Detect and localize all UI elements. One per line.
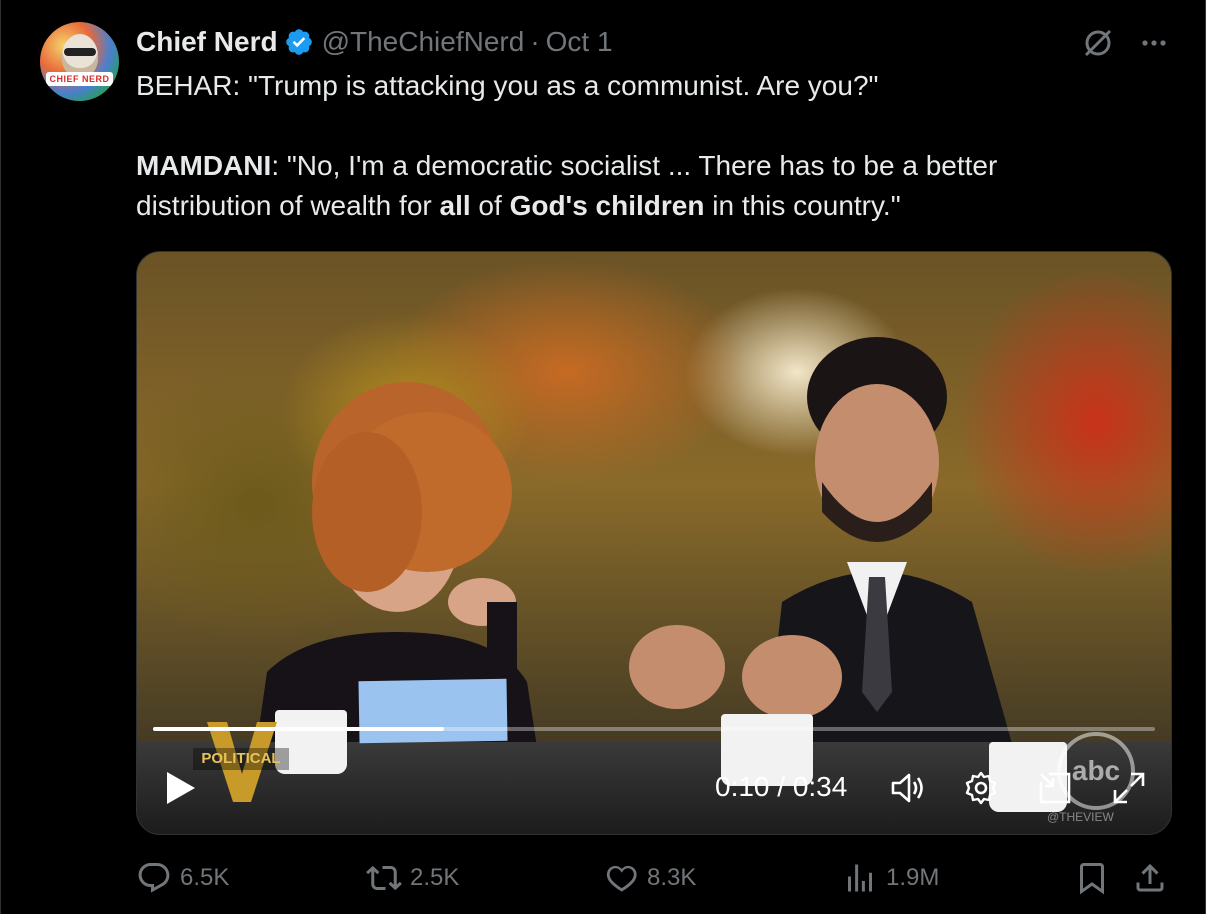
video-progress-fill xyxy=(153,727,444,731)
repost-button[interactable]: 2.5K xyxy=(366,860,459,896)
political-overlay-label: POLITICAL xyxy=(193,748,289,770)
quote-part-a: : "No, I'm a democratic socialist ... Th… xyxy=(271,150,998,181)
tweet-line-1: BEHAR: "Trump is attacking you as a comm… xyxy=(136,70,879,101)
tweet-actions: 6.5K 2.5K 8.3K 1.9M xyxy=(136,860,1176,900)
like-button[interactable]: 8.3K xyxy=(603,860,696,896)
views-button[interactable]: 1.9M xyxy=(842,860,939,896)
tweet-text: BEHAR: "Trump is attacking you as a comm… xyxy=(136,66,1176,226)
video-time-display: 0:10 / 0:34 xyxy=(715,771,848,802)
repost-icon xyxy=(366,865,402,891)
heart-icon xyxy=(606,865,637,892)
fullscreen-icon[interactable] xyxy=(1109,768,1149,813)
quote-bold-gods-children: God's children xyxy=(509,190,705,221)
separator-dot: · xyxy=(530,26,540,57)
video-player[interactable]: POLITICAL abc @THEVIEW 0:10 / 0:34 xyxy=(136,251,1172,835)
tweet-line-2: MAMDANI: "No, I'm a democratic socialist… xyxy=(136,146,1176,186)
grok-icon[interactable] xyxy=(1080,25,1116,61)
views-count: 1.9M xyxy=(886,864,940,891)
left-border xyxy=(0,0,1,914)
author-name[interactable]: Chief Nerd xyxy=(136,26,278,58)
quote-bold-all: all xyxy=(439,190,471,221)
avatar-glasses xyxy=(64,48,96,56)
picture-in-picture-icon[interactable] xyxy=(1035,768,1075,813)
settings-gear-icon[interactable] xyxy=(961,768,1001,813)
quote-part-c: of xyxy=(470,190,510,221)
share-button[interactable] xyxy=(1132,860,1176,896)
tweet-line-3: distribution of wealth for all of God's … xyxy=(136,186,1176,226)
quote-part-b: distribution of wealth for xyxy=(136,190,440,221)
video-progress-bar[interactable] xyxy=(153,727,1155,731)
verified-badge-icon[interactable] xyxy=(284,27,314,57)
reply-count: 6.5K xyxy=(180,864,230,891)
like-count: 8.3K xyxy=(647,864,697,891)
bookmark-button[interactable] xyxy=(1074,860,1118,896)
more-options-icon[interactable] xyxy=(1136,25,1172,61)
author-handle[interactable]: @TheChiefNerd xyxy=(322,26,525,58)
share-icon xyxy=(1136,863,1164,892)
avatar-label: CHIEF NERD xyxy=(46,72,113,86)
volume-icon[interactable] xyxy=(887,768,927,813)
reply-button[interactable]: 6.5K xyxy=(136,860,229,896)
reply-icon xyxy=(138,863,170,893)
analytics-icon xyxy=(848,864,872,892)
tweet-header: Chief Nerd @TheChiefNerd · Oct 1 xyxy=(136,24,613,60)
quote-part-d: in this country." xyxy=(704,190,901,221)
video-paper xyxy=(358,678,508,744)
speaker-name: MAMDANI xyxy=(136,150,272,181)
bookmark-icon xyxy=(1080,863,1104,895)
avatar[interactable]: CHIEF NERD xyxy=(40,22,119,101)
repost-count: 2.5K xyxy=(410,864,460,891)
post-date[interactable]: Oct 1 xyxy=(546,26,613,58)
play-icon[interactable] xyxy=(163,768,199,813)
